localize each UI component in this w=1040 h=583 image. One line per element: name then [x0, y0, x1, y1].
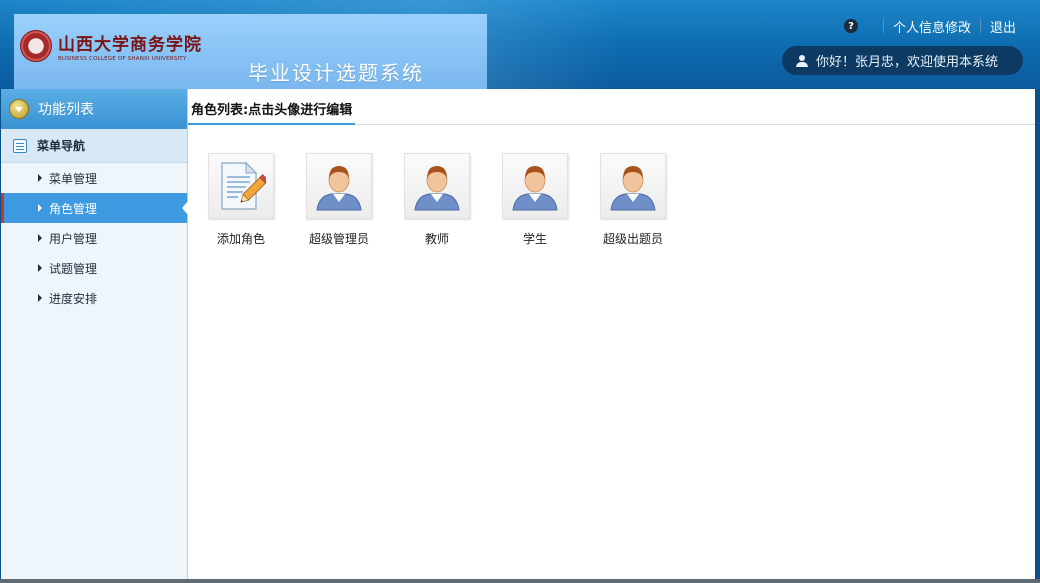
main-content: 角色列表:点击头像进行编辑 添加角色 超级管理员 教师 学生 超级出题员	[188, 89, 1035, 579]
welcome-text: 你好！张月忠，欢迎使用本系统	[816, 55, 999, 70]
sidebar-item-label: 菜单管理	[49, 171, 98, 186]
caret-right-icon	[38, 204, 42, 212]
caret-right-icon	[38, 234, 42, 242]
sidebar-item-role-management[interactable]: 角色管理	[1, 193, 188, 223]
role-teacher[interactable]: 教师	[404, 153, 470, 247]
role-tile[interactable]	[208, 153, 274, 219]
app-header: 山西大学商务学院 BUSINESS COLLEGE OF SHANXI UNIV…	[0, 0, 1040, 89]
role-label: 学生	[522, 232, 547, 246]
school-name-en: BUSINESS COLLEGE OF SHANXI UNIVERSITY	[58, 56, 187, 62]
role-student[interactable]: 学生	[502, 153, 568, 247]
window-frame-right	[1035, 89, 1040, 583]
help-icon[interactable]: ?	[843, 19, 858, 33]
sidebar-item-label: 角色管理	[49, 201, 98, 216]
sidebar-title: 功能列表	[38, 102, 94, 118]
window-frame-bottom	[0, 579, 1040, 583]
caret-right-icon	[38, 294, 42, 302]
sidebar-item-menu-management[interactable]: 菜单管理	[1, 163, 187, 193]
sidebar-item-user-management[interactable]: 用户管理	[1, 223, 187, 253]
sidebar-group-label: 菜单导航	[37, 139, 86, 153]
role-grid: 添加角色 超级管理员 教师 学生 超级出题员	[208, 153, 698, 247]
list-icon	[13, 138, 27, 153]
role-tile[interactable]	[502, 153, 568, 219]
divider	[882, 19, 884, 33]
sidebar-header[interactable]: 功能列表	[1, 89, 187, 129]
user-avatar-icon	[512, 166, 558, 211]
divider	[979, 19, 981, 33]
user-icon	[796, 54, 808, 67]
tab-bar: 角色列表:点击头像进行编辑	[188, 89, 1035, 125]
logout-link[interactable]: 退出	[990, 17, 1016, 36]
user-avatar-icon	[316, 166, 362, 211]
role-label: 超级出题员	[602, 232, 663, 246]
role-add[interactable]: 添加角色	[208, 153, 274, 247]
role-super-admin[interactable]: 超级管理员	[306, 153, 372, 247]
top-links: ? 个人信息修改 退出	[843, 16, 1016, 36]
tab-role-list[interactable]: 角色列表:点击头像进行编辑	[188, 89, 356, 125]
caret-right-icon	[38, 264, 42, 272]
user-avatar-icon	[610, 166, 656, 211]
school-seal-icon	[20, 30, 52, 62]
school-name-cn: 山西大学商务学院	[58, 35, 202, 55]
role-super-setter[interactable]: 超级出题员	[600, 153, 666, 247]
sidebar-item-label: 试题管理	[49, 261, 98, 276]
profile-edit-link[interactable]: 个人信息修改	[893, 17, 971, 36]
sidebar-item-label: 用户管理	[49, 231, 98, 246]
role-tile[interactable]	[306, 153, 372, 219]
sidebar: 功能列表 菜单导航 菜单管理 角色管理 用户管理 试题管理 进度安排	[1, 89, 188, 579]
sidebar-item-schedule[interactable]: 进度安排	[1, 283, 187, 313]
role-label: 教师	[424, 232, 449, 246]
welcome-badge: 你好！张月忠，欢迎使用本系统	[782, 46, 1023, 75]
notepad-pencil-icon	[221, 161, 266, 210]
collapse-toggle-icon[interactable]	[9, 99, 29, 119]
role-label: 添加角色	[216, 232, 265, 246]
sidebar-item-question-management[interactable]: 试题管理	[1, 253, 187, 283]
role-label: 超级管理员	[308, 232, 369, 246]
sidebar-item-label: 进度安排	[49, 291, 98, 306]
system-title: 毕业设计选题系统	[248, 61, 424, 85]
caret-right-icon	[38, 174, 42, 182]
role-tile[interactable]	[600, 153, 666, 219]
role-tile[interactable]	[404, 153, 470, 219]
sidebar-group-menu-nav[interactable]: 菜单导航	[1, 129, 187, 163]
user-avatar-icon	[414, 166, 460, 211]
school-logo: 山西大学商务学院 BUSINESS COLLEGE OF SHANXI UNIV…	[58, 30, 218, 62]
